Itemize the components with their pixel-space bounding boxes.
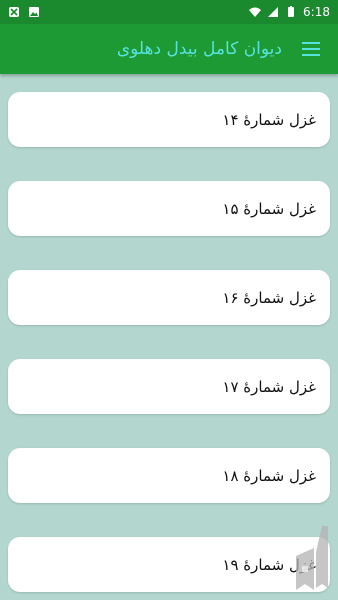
list-item-label: غزل شمارهٔ ۱۸ [222, 466, 316, 485]
status-left-icons [8, 6, 40, 18]
ghazal-list: غزل شمارهٔ ۱۴ غزل شمارهٔ ۱۵ غزل شمارهٔ ۱… [8, 92, 330, 600]
status-bar: 6:18 [0, 0, 338, 24]
app-title: دیوان کامل بیدل دهلوی [116, 39, 282, 59]
list-item[interactable]: غزل شمارهٔ ۱۶ [8, 270, 330, 325]
image-icon [29, 7, 39, 17]
list-item[interactable]: غزل شمارهٔ ۱۸ [8, 448, 330, 503]
list-item-label: غزل شمارهٔ ۱۷ [222, 377, 316, 396]
settings-badge-icon [9, 7, 19, 17]
list-item[interactable]: غزل شمارهٔ ۱۴ [8, 92, 330, 147]
list-item[interactable]: غزل شمارهٔ ۱۷ [8, 359, 330, 414]
status-right-icons: 6:18 [249, 5, 330, 19]
battery-icon [288, 6, 295, 17]
status-time: 6:18 [303, 5, 330, 19]
list-item[interactable]: غزل شمارهٔ ۱۹ [8, 537, 330, 592]
list-item-label: غزل شمارهٔ ۱۵ [222, 199, 316, 218]
signal-icon [268, 7, 279, 17]
list-item-label: غزل شمارهٔ ۱۴ [222, 110, 316, 129]
bookmark-icon[interactable] [294, 522, 330, 594]
menu-icon[interactable] [302, 38, 324, 60]
list-item-label: غزل شمارهٔ ۱۶ [222, 288, 316, 307]
list-item[interactable]: غزل شمارهٔ ۱۵ [8, 181, 330, 236]
wifi-icon [249, 7, 262, 17]
app-bar: دیوان کامل بیدل دهلوی [0, 24, 338, 74]
